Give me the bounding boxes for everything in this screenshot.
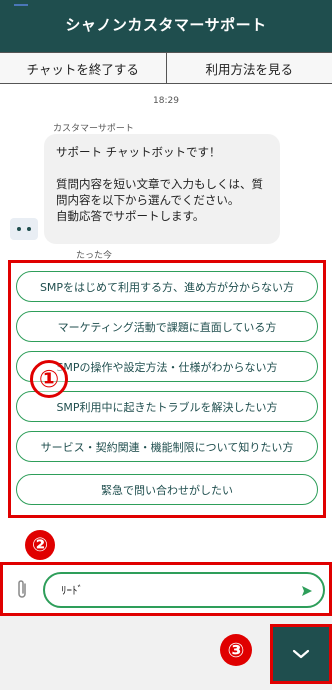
minimize-chat-button[interactable]	[270, 624, 332, 684]
quick-reply-option[interactable]: サービス・契約関連・機能制限について知りたい方	[16, 431, 318, 462]
paperclip-icon[interactable]	[15, 579, 29, 601]
header-title: シャノンカスタマーサポート	[65, 16, 267, 34]
avatar-eye-right	[27, 227, 31, 231]
quick-reply-option[interactable]: SMPをはじめて利用する方、進め方が分からない方	[16, 271, 318, 302]
bot-avatar	[10, 218, 38, 240]
chat-tabbar: チャットを終了する 利用方法を見る	[0, 52, 332, 84]
header-accent-line	[14, 4, 28, 6]
sender-name: カスタマーサポート	[53, 124, 134, 134]
message-timestamp: 18:29	[153, 96, 179, 106]
how-to-use-button[interactable]: 利用方法を見る	[165, 53, 332, 83]
avatar-eye-left	[17, 227, 21, 231]
chevron-down-icon	[292, 649, 310, 659]
annotation-badge-1: ①	[30, 360, 68, 398]
end-chat-button[interactable]: チャットを終了する	[0, 53, 166, 83]
quick-reply-option[interactable]: SMP利用中に起きたトラブルを解決したい方	[16, 391, 318, 422]
send-icon[interactable]	[301, 585, 313, 597]
chat-header: シャノンカスタマーサポート	[0, 0, 332, 52]
message-input[interactable]	[61, 581, 281, 599]
annotation-badge-3: ③	[220, 634, 252, 666]
quick-reply-option[interactable]: 緊急で問い合わせがしたい	[16, 474, 318, 505]
message-input-area	[0, 562, 332, 616]
annotation-badge-2: ②	[25, 530, 55, 560]
message-input-wrapper	[43, 572, 325, 608]
quick-reply-option[interactable]: マーケティング活動で課題に直面している方	[16, 311, 318, 342]
bot-message-bubble: サポート チャットボットです！ 質問内容を短い文章で入力もしくは、質問内容を以下…	[44, 134, 280, 244]
